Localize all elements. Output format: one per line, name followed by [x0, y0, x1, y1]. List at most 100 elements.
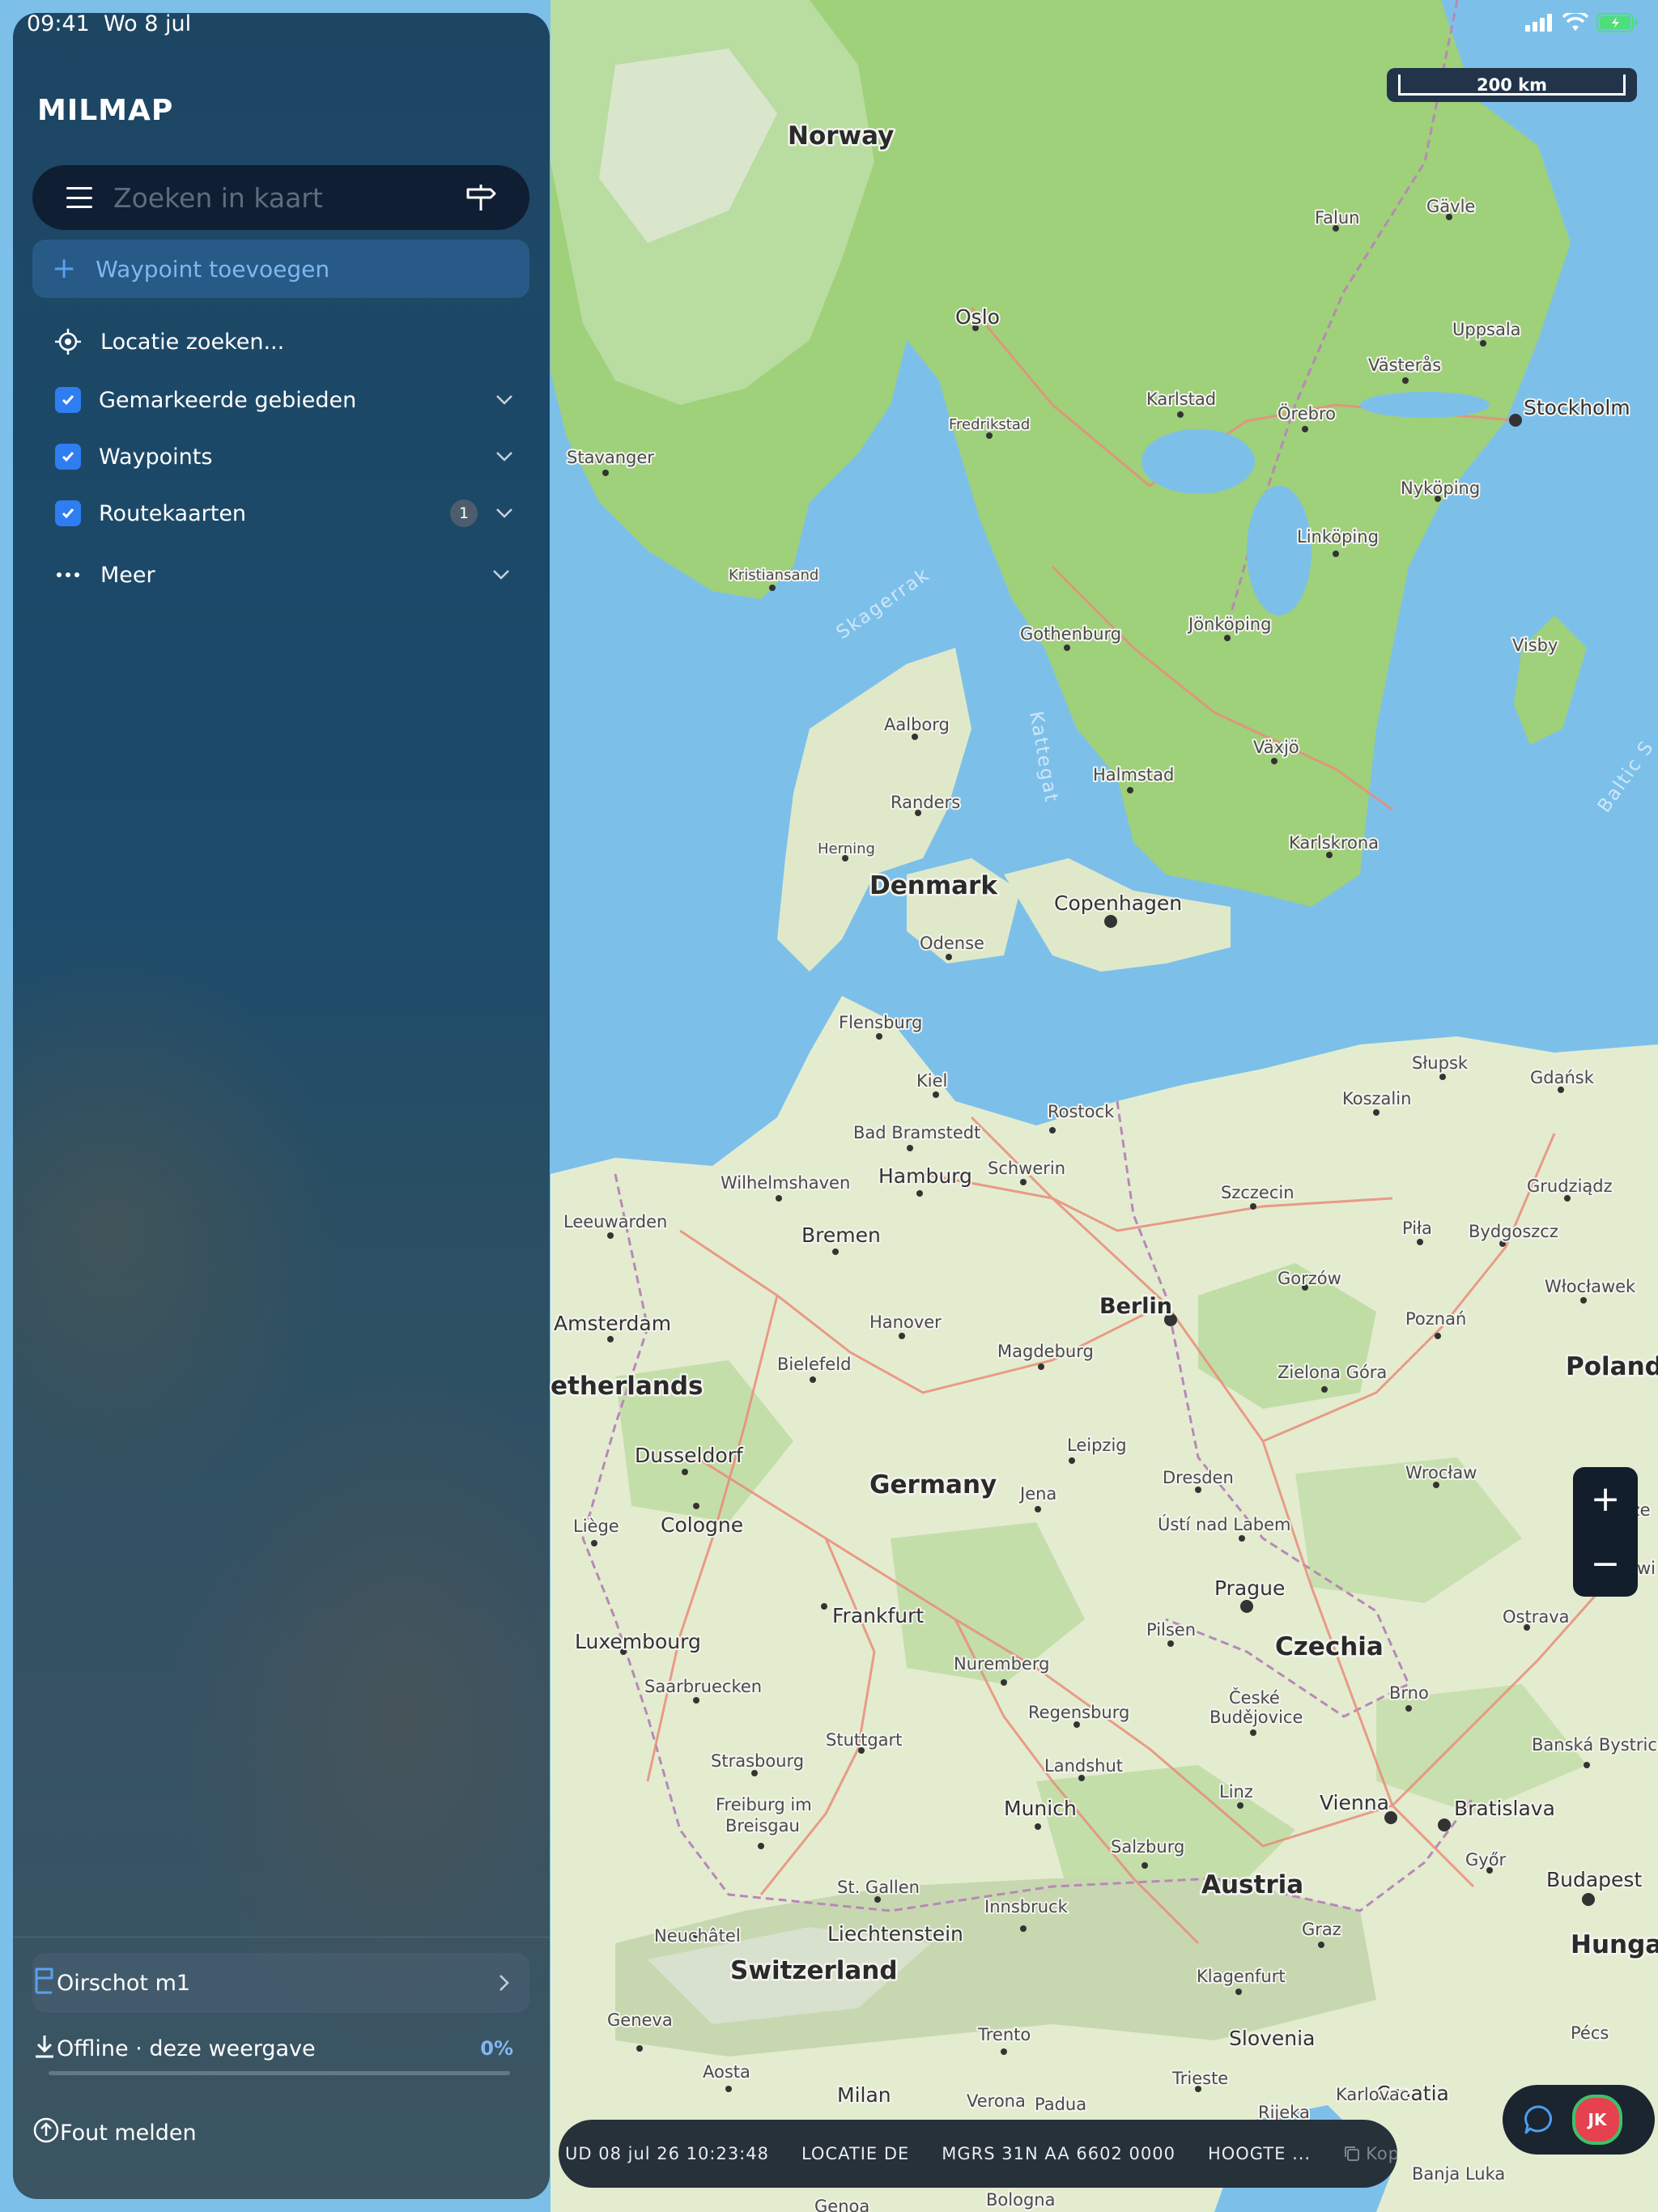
label-stavanger: Stavanger — [567, 448, 654, 467]
label-innsbruck: Innsbruck — [984, 1897, 1069, 1916]
chevron-down-icon[interactable] — [495, 451, 513, 462]
checkbox-checked-icon[interactable] — [55, 444, 81, 470]
upload-circle-icon — [32, 2116, 60, 2150]
label-orebro: Örebro — [1278, 403, 1336, 423]
chat-bubble-icon[interactable] — [1522, 2103, 1556, 2137]
label-bratislava: Bratislava — [1454, 1797, 1555, 1820]
layer-marked-areas[interactable]: Gemarkeerde gebieden — [32, 372, 529, 428]
label-bad-bramstedt: Bad Bramstedt — [853, 1123, 980, 1142]
label-karlovac: Karlovac — [1336, 2085, 1409, 2104]
label-grudziadz: Grudziądz — [1527, 1176, 1613, 1196]
layer-label: Gemarkeerde gebieden — [99, 387, 357, 413]
saved-view-label: Oirschot m1 — [57, 1970, 191, 1996]
coordinate-info-bar: UD 08 jul 26 10:23:48 LOCATIE DE MGRS 31… — [559, 2120, 1397, 2188]
zoom-in-button[interactable]: + — [1573, 1467, 1638, 1532]
label-nykoping: Nyköping — [1401, 479, 1480, 498]
chat-pill: JK — [1503, 2085, 1655, 2155]
label-randers: Randers — [891, 793, 960, 812]
zoom-out-button[interactable]: − — [1573, 1532, 1638, 1597]
label-genoa: Genoa — [814, 2197, 869, 2212]
label-szczecin: Szczecin — [1221, 1183, 1295, 1202]
label-jena: Jena — [1018, 1484, 1056, 1504]
label-odense: Odense — [920, 934, 984, 953]
battery-icon — [1596, 13, 1638, 32]
checkbox-checked-icon[interactable] — [55, 500, 81, 526]
sidebar-divider — [13, 1937, 550, 1938]
label-herning: Herning — [818, 840, 875, 857]
label-vasteras: Västerås — [1368, 355, 1441, 375]
chevron-down-icon[interactable] — [492, 569, 510, 581]
report-issue-button[interactable]: Fout melden — [32, 2104, 529, 2162]
label-pilsen: Pilsen — [1146, 1620, 1196, 1640]
label-cologne: Cologne — [661, 1513, 743, 1537]
chevron-right-icon[interactable] — [499, 1974, 510, 1992]
label-pecs: Pécs — [1571, 2023, 1609, 2043]
label-brno: Brno — [1389, 1683, 1429, 1703]
label-falun: Falun — [1315, 208, 1359, 228]
label-jonkoping: Jönköping — [1187, 615, 1271, 634]
label-fredrikstad: Fredrikstad — [949, 416, 1030, 433]
label-poznan: Poznań — [1405, 1309, 1466, 1329]
user-avatar[interactable]: JK — [1572, 2095, 1622, 2145]
label-copenhagen: Copenhagen — [1054, 891, 1182, 915]
label-poland: Poland — [1566, 1352, 1658, 1381]
label-schwerin: Schwerin — [988, 1159, 1065, 1178]
label-karlstad: Karlstad — [1146, 389, 1216, 409]
search-bar[interactable] — [32, 165, 529, 230]
label-landshut: Landshut — [1044, 1756, 1123, 1776]
label-usti: Ústí nad Labem — [1158, 1514, 1291, 1534]
label-leipzig: Leipzig — [1067, 1436, 1127, 1455]
signpost-icon[interactable] — [465, 181, 497, 214]
layer-route-maps[interactable]: Routekaarten 1 — [32, 486, 529, 541]
label-gyor: Győr — [1465, 1850, 1507, 1870]
copy-button[interactable]: Kopi — [1327, 2144, 1397, 2163]
label-wloclawek: Włocławek — [1545, 1277, 1636, 1296]
label-linz: Linz — [1219, 1782, 1253, 1802]
count-badge: 1 — [450, 500, 478, 527]
more-button[interactable]: Meer — [32, 546, 529, 604]
label-pila: Piła — [1402, 1219, 1432, 1238]
label-czechia: Czechia — [1275, 1632, 1384, 1661]
label-linkoping: Linköping — [1297, 527, 1379, 547]
download-icon — [32, 2033, 57, 2065]
label-rostock: Rostock — [1048, 1102, 1115, 1121]
label-stockholm: Stockholm — [1524, 396, 1630, 419]
layer-label: Routekaarten — [99, 500, 247, 526]
find-location-button[interactable]: Locatie zoeken... — [32, 313, 529, 371]
offline-progress-bar — [49, 2071, 510, 2075]
label-prague: Prague — [1214, 1576, 1285, 1600]
label-banja-luka: Banja Luka — [1412, 2164, 1505, 2184]
offline-download-button[interactable]: Offline · deze weergave 0% — [32, 2026, 529, 2071]
offline-percent: 0% — [480, 2037, 513, 2060]
label-magdeburg: Magdeburg — [997, 1342, 1094, 1361]
label-vaxjo: Växjö — [1253, 738, 1299, 757]
label-amsterdam: Amsterdam — [554, 1312, 671, 1335]
label-trento: Trento — [977, 2025, 1031, 2044]
checkbox-checked-icon[interactable] — [55, 387, 81, 413]
label-graz: Graz — [1302, 1920, 1341, 1939]
info-location: LOCATIE DE — [801, 2144, 910, 2163]
info-altitude: HOOGTE ... — [1207, 2144, 1312, 2163]
label-vienna: Vienna — [1320, 1791, 1389, 1814]
label-freiburg-2: Breisgau — [725, 1816, 800, 1836]
label-flensburg: Flensburg — [839, 1013, 922, 1032]
search-input[interactable] — [112, 181, 465, 215]
info-mgrs: MGRS 31N AA 6602 0000 — [942, 2144, 1175, 2163]
label-salzburg: Salzburg — [1111, 1837, 1184, 1857]
chevron-down-icon[interactable] — [495, 508, 513, 519]
layer-label: Waypoints — [99, 444, 213, 470]
sidebar-panel: MILMAP + Waypoint toevoegen Locatie zoek… — [13, 13, 550, 2199]
layer-waypoints[interactable]: Waypoints — [32, 429, 529, 484]
label-visby: Visby — [1512, 636, 1558, 655]
chevron-down-icon[interactable] — [495, 394, 513, 406]
label-bielefeld: Bielefeld — [777, 1355, 851, 1374]
label-gdansk: Gdańsk — [1530, 1068, 1595, 1087]
status-time: 09:41 — [27, 11, 90, 36]
label-gavle: Gävle — [1426, 197, 1475, 216]
add-waypoint-button[interactable]: + Waypoint toevoegen — [32, 240, 529, 298]
scale-label: 200 km — [1477, 75, 1547, 95]
label-aalborg: Aalborg — [884, 715, 950, 734]
hamburger-menu-icon[interactable] — [66, 187, 92, 208]
saved-view-button[interactable]: Oirschot m1 — [32, 1953, 529, 2013]
label-strasbourg: Strasbourg — [711, 1751, 804, 1771]
